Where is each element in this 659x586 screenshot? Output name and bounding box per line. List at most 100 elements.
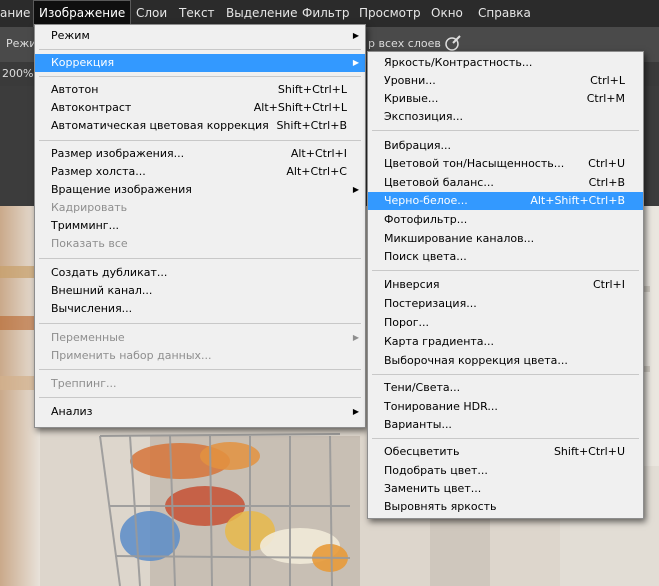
- menu-item-equalize[interactable]: Выровнять яркость: [368, 498, 643, 516]
- menu-item-label: Внешний канал...: [51, 284, 153, 297]
- menu-item-mode[interactable]: Режим ▶: [35, 27, 365, 45]
- menu-item-label: Уровни...: [384, 74, 436, 87]
- menu-item-levels[interactable]: Уровни... Ctrl+L: [368, 72, 643, 90]
- menu-item-shortcut: Alt+Shift+Ctrl+B: [530, 194, 625, 207]
- menu-item-canvas-size[interactable]: Размер холста... Alt+Ctrl+C: [35, 163, 365, 181]
- menu-item-label: Автоконтраст: [51, 101, 132, 114]
- menu-item-hue-saturation[interactable]: Цветовой тон/Насыщенность... Ctrl+U: [368, 155, 643, 173]
- menu-help[interactable]: Справка: [478, 0, 531, 27]
- menu-item-hdr-toning[interactable]: Тонирование HDR...: [368, 398, 643, 416]
- menu-item-label: Кадрировать: [51, 201, 128, 214]
- menu-filter[interactable]: Фильтр: [302, 0, 349, 27]
- separator: [39, 49, 361, 50]
- menu-edit[interactable]: ание: [0, 0, 30, 27]
- menu-item-label: Треппинг...: [51, 377, 117, 390]
- menu-item-label: Заменить цвет...: [384, 482, 482, 495]
- menu-item-label: Тонирование HDR...: [384, 400, 498, 413]
- menu-item-shortcut: Shift+Ctrl+L: [277, 83, 347, 96]
- menu-item-label: Порог...: [384, 316, 429, 329]
- menu-item-crop: Кадрировать: [35, 199, 365, 217]
- menu-item-label: Создать дубликат...: [51, 266, 168, 279]
- menu-item-label: Автотон: [51, 83, 99, 96]
- menu-item-color-balance[interactable]: Цветовой баланс... Ctrl+B: [368, 174, 643, 192]
- menu-item-posterize[interactable]: Постеризация...: [368, 295, 643, 313]
- menu-item-channel-mixer[interactable]: Микширование каналов...: [368, 230, 643, 248]
- menu-item-adjustments[interactable]: Коррекция ▶: [35, 54, 365, 72]
- separator: [39, 397, 361, 398]
- menu-item-label: Тени/Света...: [384, 381, 461, 394]
- menu-item-duplicate[interactable]: Создать дубликат...: [35, 264, 365, 282]
- menu-item-auto-color[interactable]: Автоматическая цветовая коррекция Shift+…: [35, 117, 365, 135]
- menu-item-label: Микширование каналов...: [384, 232, 535, 245]
- menu-item-shortcut: Ctrl+I: [592, 278, 625, 291]
- menu-type[interactable]: Текст: [179, 0, 215, 27]
- submenu-arrow-icon: ▶: [352, 185, 359, 194]
- menu-item-color-lookup[interactable]: Поиск цвета...: [368, 248, 643, 266]
- menu-item-invert[interactable]: Инверсия Ctrl+I: [368, 276, 643, 294]
- separator: [39, 323, 361, 324]
- menu-item-label: Цветовой тон/Насыщенность...: [384, 157, 565, 170]
- menu-item-label: Инверсия: [384, 278, 440, 291]
- menu-window[interactable]: Окно: [431, 0, 463, 27]
- menu-item-shortcut: Ctrl+U: [588, 157, 625, 170]
- menu-image[interactable]: Изображение: [33, 0, 132, 27]
- menu-item-black-white[interactable]: Черно-белое... Alt+Shift+Ctrl+B: [368, 192, 643, 210]
- menu-item-shortcut: Ctrl+L: [590, 74, 625, 87]
- menu-item-label: Варианты...: [384, 418, 452, 431]
- menu-item-auto-contrast[interactable]: Автоконтраст Alt+Shift+Ctrl+L: [35, 99, 365, 117]
- menu-item-brightness-contrast[interactable]: Яркость/Контрастность...: [368, 54, 643, 72]
- menu-item-shortcut: Alt+Shift+Ctrl+L: [253, 101, 347, 114]
- submenu-arrow-icon: ▶: [352, 58, 359, 67]
- menu-item-image-size[interactable]: Размер изображения... Alt+Ctrl+I: [35, 145, 365, 163]
- separator: [39, 258, 361, 259]
- menu-item-exposure[interactable]: Экспозиция...: [368, 108, 643, 126]
- menu-item-threshold[interactable]: Порог...: [368, 314, 643, 332]
- menu-item-trim[interactable]: Тримминг...: [35, 217, 365, 235]
- separator: [372, 270, 639, 271]
- menu-item-calculations[interactable]: Вычисления...: [35, 300, 365, 318]
- menu-select[interactable]: Выделение: [226, 0, 297, 27]
- menu-item-label: Яркость/Контрастность...: [384, 56, 533, 69]
- menu-item-shortcut: Shift+Ctrl+U: [553, 445, 625, 458]
- menu-item-reveal-all: Показать все: [35, 235, 365, 253]
- menu-item-apply-image[interactable]: Внешний канал...: [35, 282, 365, 300]
- menu-item-variables: Переменные ▶: [35, 329, 365, 347]
- menu-item-vibrance[interactable]: Вибрация...: [368, 137, 643, 155]
- zoom-level[interactable]: 200%: [2, 67, 33, 80]
- menu-item-label: Применить набор данных...: [51, 349, 212, 362]
- menu-item-label: Вибрация...: [384, 139, 451, 152]
- menu-item-trap: Треппинг...: [35, 375, 365, 393]
- menu-view[interactable]: Просмотр: [359, 0, 421, 27]
- menu-item-shadows-highlights[interactable]: Тени/Света...: [368, 379, 643, 397]
- menu-item-shortcut: Shift+Ctrl+B: [276, 119, 347, 132]
- menu-item-label: Фотофильтр...: [384, 213, 468, 226]
- submenu-arrow-icon: ▶: [352, 407, 359, 416]
- menu-item-label: Коррекция: [51, 56, 115, 69]
- menu-item-photo-filter[interactable]: Фотофильтр...: [368, 211, 643, 229]
- menu-item-match-color[interactable]: Подобрать цвет...: [368, 462, 643, 480]
- menu-item-label: Показать все: [51, 237, 128, 250]
- menu-item-analysis[interactable]: Анализ ▶: [35, 403, 365, 421]
- menu-item-variations[interactable]: Варианты...: [368, 416, 643, 434]
- menu-item-image-rotation[interactable]: Вращение изображения ▶: [35, 181, 365, 199]
- menu-item-label: Автоматическая цветовая коррекция: [51, 119, 269, 132]
- menu-item-label: Тримминг...: [51, 219, 120, 232]
- menu-item-label: Постеризация...: [384, 297, 477, 310]
- menu-layers[interactable]: Слои: [136, 0, 167, 27]
- menu-item-replace-color[interactable]: Заменить цвет...: [368, 480, 643, 498]
- menu-item-curves[interactable]: Кривые... Ctrl+M: [368, 90, 643, 108]
- menu-item-label: Размер изображения...: [51, 147, 185, 160]
- menu-item-auto-tone[interactable]: Автотон Shift+Ctrl+L: [35, 81, 365, 99]
- separator: [39, 140, 361, 141]
- separator: [372, 374, 639, 375]
- separator: [372, 438, 639, 439]
- brush-icon[interactable]: [443, 33, 463, 53]
- menu-item-selective-color[interactable]: Выборочная коррекция цвета...: [368, 352, 643, 370]
- menu-item-label: Цветовой баланс...: [384, 176, 494, 189]
- menu-item-gradient-map[interactable]: Карта градиента...: [368, 333, 643, 351]
- sample-all-layers-label[interactable]: р всех слоев: [368, 37, 441, 50]
- menu-item-label: Анализ: [51, 405, 93, 418]
- menu-item-label: Размер холста...: [51, 165, 146, 178]
- menu-item-desaturate[interactable]: Обесцветить Shift+Ctrl+U: [368, 443, 643, 461]
- menu-item-label: Экспозиция...: [384, 110, 464, 123]
